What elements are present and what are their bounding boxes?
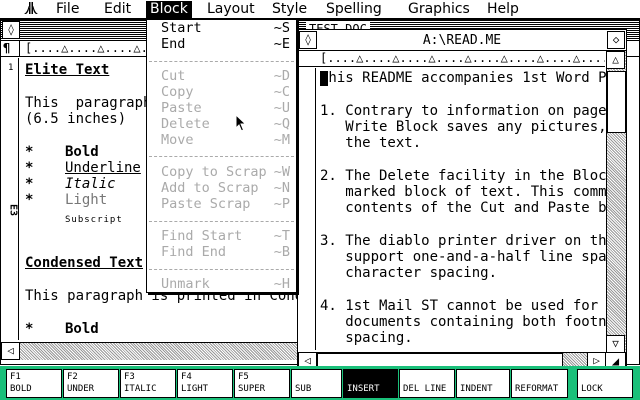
readme-window-title: A:\READ.ME xyxy=(298,32,626,49)
readme-window-titlebar[interactable]: ◊ A:\READ.ME ◇ xyxy=(298,30,626,51)
menu-style[interactable]: Style xyxy=(268,1,311,18)
sample-light: Light xyxy=(65,192,108,208)
menu-item-find-start[interactable]: Find Start ~T xyxy=(161,228,290,244)
heading-elite-text: Elite Text xyxy=(25,62,110,78)
sample-underline: Underline xyxy=(65,160,141,176)
menu-item-add-to-scrap[interactable]: Add to Scrap ~N xyxy=(161,180,290,196)
fkey-bold[interactable]: F1 BOLD xyxy=(6,369,62,398)
readme-window[interactable]: ◊ A:\READ.ME ◇ [....△....△....△....△....… xyxy=(297,29,627,374)
menu-help[interactable]: Help xyxy=(483,1,523,18)
fkey-del-line[interactable]: DEL LINE xyxy=(399,369,455,398)
menu-spelling[interactable]: Spelling xyxy=(322,1,386,18)
menu-layout[interactable]: Layout xyxy=(203,1,259,18)
menu-item-copy-to-scrap[interactable]: Copy to Scrap ~W xyxy=(161,164,290,180)
menu-item-unmark[interactable]: Unmark ~H xyxy=(161,276,290,292)
full-box-icon[interactable]: ◇ xyxy=(607,31,625,49)
heading-condensed-text: Condensed Text xyxy=(25,255,144,271)
line-gutter xyxy=(298,68,316,350)
mouse-pointer-icon xyxy=(235,114,247,132)
arrow-down-icon[interactable]: ▽ xyxy=(606,335,625,353)
fkey-italic[interactable]: F3 ITALIC xyxy=(120,369,176,398)
sample-subscript: Subscript xyxy=(65,215,123,225)
fkey-super[interactable]: F5 SUPER xyxy=(234,369,290,398)
menu-item-start[interactable]: Start ~S xyxy=(161,20,290,36)
arrow-up-icon[interactable]: △ xyxy=(606,51,625,69)
ruler-text: [....△....△....△....△....△....△....△....… xyxy=(320,51,605,65)
fkey-under[interactable]: F2 UNDER xyxy=(63,369,119,398)
fkey-lock[interactable]: LOCK xyxy=(577,369,633,398)
readme-text-area[interactable]: This README accompanies 1st Word Pl 1. C… xyxy=(298,68,606,350)
readme-vscroll[interactable]: △ ▽ xyxy=(606,51,626,353)
fkey-reformat[interactable]: REFORMAT xyxy=(511,369,568,398)
menu-item-copy[interactable]: Copy ~C xyxy=(161,84,290,100)
sample-italic: Italic xyxy=(65,176,116,192)
menu-item-find-end[interactable]: Find End ~B xyxy=(161,244,290,260)
fkey-light[interactable]: F4 LIGHT xyxy=(177,369,233,398)
block-menu-dropdown: Start ~S End ~E Cut ~D Copy ~C Paste ~U Delet… xyxy=(146,19,297,293)
line-gutter: 1 E3 xyxy=(1,58,19,340)
menu-item-end[interactable]: End ~E xyxy=(161,36,290,52)
atari-logo-icon[interactable] xyxy=(24,1,38,19)
menu-item-move[interactable]: Move ~M xyxy=(161,132,290,148)
arrow-left-icon[interactable]: ◁ xyxy=(1,342,20,360)
menu-graphics[interactable]: Graphics xyxy=(404,1,474,18)
back-window-hscroll[interactable]: ◁ xyxy=(1,342,299,360)
close-box-icon[interactable]: ◊ xyxy=(2,21,20,39)
menu-block[interactable]: Block xyxy=(146,1,192,18)
menu-item-delete[interactable]: Delete ~Q xyxy=(161,116,290,132)
fkey-indent[interactable]: INDENT xyxy=(456,369,510,398)
menu-item-paste[interactable]: Paste ~U xyxy=(161,100,290,116)
menu-bar: File Edit Block Layout Style Spelling Gr… xyxy=(0,0,640,19)
function-key-bar: F1 BOLD F2 UNDER F3 ITALIC F4 LIGHT F5 SUPER … xyxy=(0,366,640,400)
fkey-sub[interactable]: SUB xyxy=(291,369,342,398)
fkey-insert[interactable]: INSERT xyxy=(343,369,398,398)
sample-bold: Bold xyxy=(65,144,99,160)
menu-file[interactable]: File xyxy=(52,1,83,18)
paragraph-mark-icon: ¶ xyxy=(3,41,11,55)
menu-edit[interactable]: Edit xyxy=(100,1,135,18)
menu-item-cut[interactable]: Cut ~D xyxy=(161,68,290,84)
readme-window-ruler[interactable]: [....△....△....△....△....△....△....△....… xyxy=(298,51,605,67)
vscroll-thumb[interactable] xyxy=(607,71,626,133)
menu-item-paste-scrap[interactable]: Paste Scrap ~P xyxy=(161,196,290,212)
